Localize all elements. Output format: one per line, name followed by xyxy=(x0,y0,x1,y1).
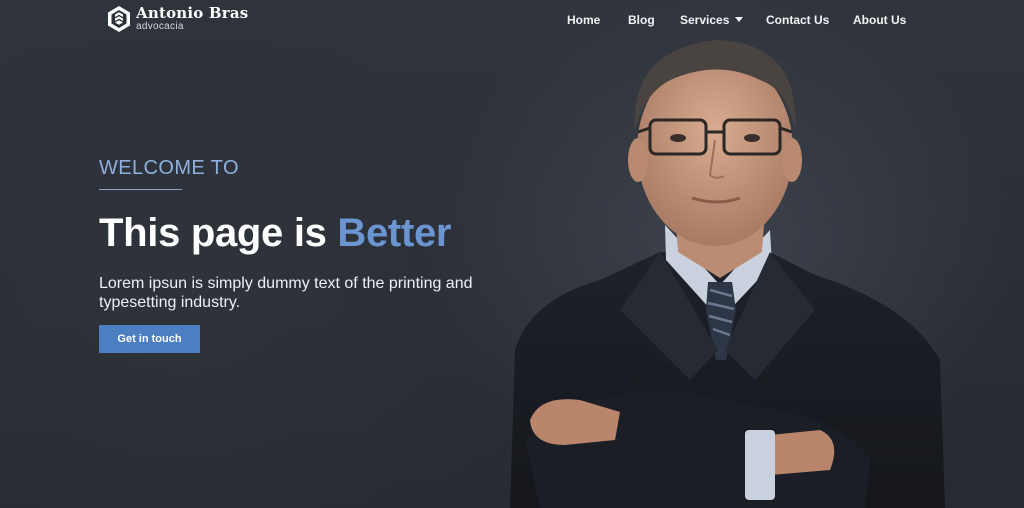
brand-text: Antonio Bras advocacia xyxy=(136,6,248,32)
hero-section: Antonio Bras advocacia Home Blog Service… xyxy=(0,0,1024,508)
businessman-portrait xyxy=(510,40,945,508)
headline-main: This page is xyxy=(99,211,338,255)
brand-subtitle: advocacia xyxy=(136,21,184,32)
hero-eyebrow: WELCOME TO xyxy=(99,157,239,179)
brand-name: Antonio Bras xyxy=(136,4,249,22)
get-in-touch-button[interactable]: Get in touch xyxy=(99,325,200,353)
headline-accent: Better xyxy=(337,211,452,255)
hero-headline: This page is Better xyxy=(99,211,451,256)
hero-lead-text: Lorem ipsun is simply dummy text of the … xyxy=(99,275,473,311)
hexagon-logo-icon xyxy=(108,6,130,32)
eyebrow-divider xyxy=(99,189,182,190)
brand-logo[interactable]: Antonio Bras advocacia xyxy=(105,5,248,33)
